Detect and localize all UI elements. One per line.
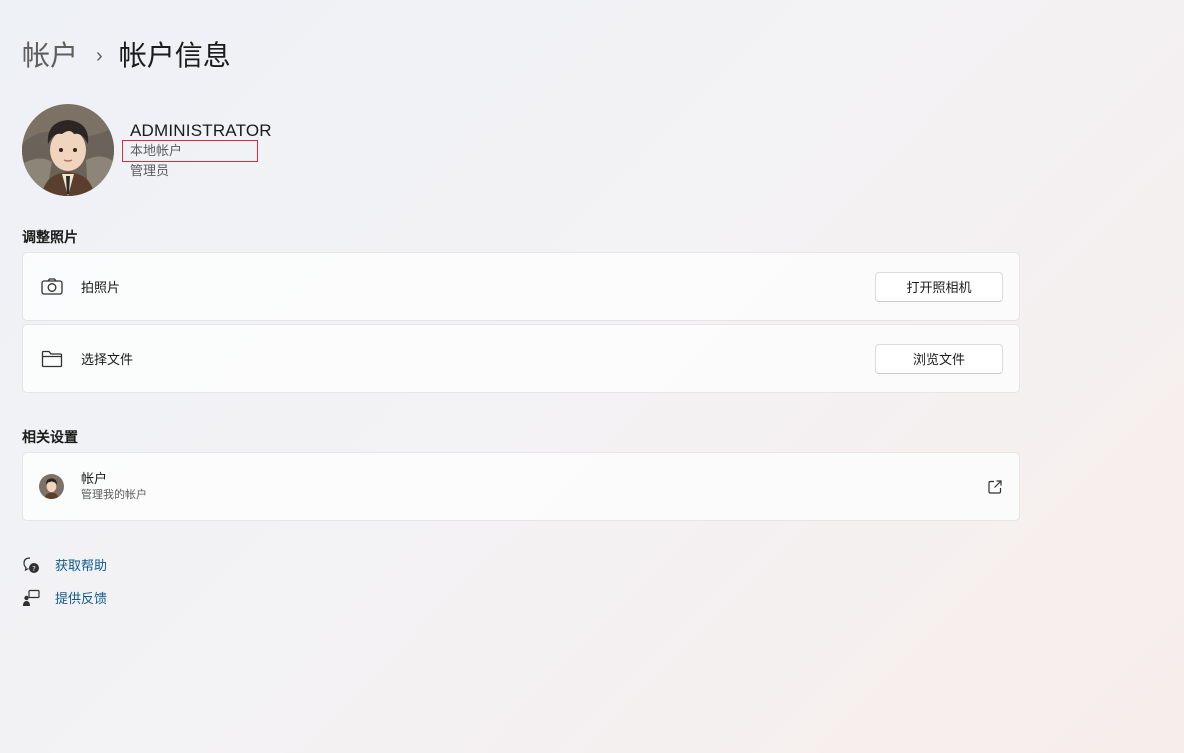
breadcrumb-separator-icon: › xyxy=(96,45,103,67)
give-feedback-text[interactable]: 提供反馈 xyxy=(55,588,107,607)
open-camera-button[interactable]: 打开照相机 xyxy=(875,271,1003,302)
browse-files-button[interactable]: 浏览文件 xyxy=(875,343,1003,374)
get-help-text[interactable]: 获取帮助 xyxy=(55,555,107,574)
get-help-link[interactable]: ? 获取帮助 xyxy=(22,555,107,574)
profile-header: ADMINISTRATOR 本地帐户 管理员 xyxy=(22,104,272,196)
svg-text:?: ? xyxy=(32,565,36,573)
user-name: ADMINISTRATOR xyxy=(130,121,272,140)
folder-icon xyxy=(41,348,63,370)
take-photo-label: 拍照片 xyxy=(81,280,121,295)
choose-file-card: 选择文件 浏览文件 xyxy=(22,324,1020,393)
help-icon: ? xyxy=(22,556,40,574)
avatar-small xyxy=(39,474,64,499)
external-link-icon xyxy=(987,479,1003,495)
feedback-icon xyxy=(22,589,40,607)
accounts-link-card[interactable]: 帐户 管理我的帐户 xyxy=(22,452,1020,521)
accounts-subtitle: 管理我的帐户 xyxy=(81,489,147,501)
camera-icon xyxy=(41,276,63,298)
account-role: 管理员 xyxy=(130,163,170,178)
section-title-related-settings: 相关设置 xyxy=(22,429,78,445)
breadcrumb: 帐户 › 帐户信息 xyxy=(22,36,231,76)
avatar xyxy=(22,104,114,196)
give-feedback-link[interactable]: 提供反馈 xyxy=(22,588,107,607)
page-title: 帐户信息 xyxy=(118,40,231,71)
section-title-adjust-photo: 调整照片 xyxy=(22,229,78,245)
take-photo-card: 拍照片 打开照相机 xyxy=(22,252,1020,321)
accounts-title: 帐户 xyxy=(81,471,108,486)
highlight-box xyxy=(122,140,258,162)
breadcrumb-parent[interactable]: 帐户 xyxy=(22,36,78,76)
choose-file-label: 选择文件 xyxy=(81,352,134,367)
